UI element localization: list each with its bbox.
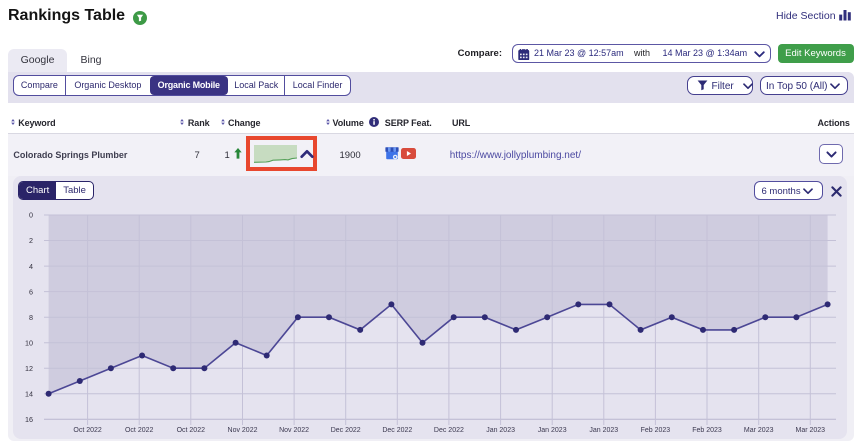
svg-text:12: 12 bbox=[25, 364, 33, 373]
svg-text:Dec 2022: Dec 2022 bbox=[382, 427, 412, 434]
svg-text:Jan 2023: Jan 2023 bbox=[486, 427, 515, 434]
svg-text:Feb 2023: Feb 2023 bbox=[641, 427, 671, 434]
svg-text:10: 10 bbox=[25, 338, 33, 347]
svg-text:Nov 2022: Nov 2022 bbox=[228, 427, 258, 434]
svg-text:6: 6 bbox=[29, 287, 33, 296]
svg-text:16: 16 bbox=[25, 415, 33, 424]
svg-text:2: 2 bbox=[29, 236, 33, 245]
svg-text:14: 14 bbox=[25, 390, 33, 399]
svg-text:Dec 2022: Dec 2022 bbox=[434, 427, 464, 434]
svg-text:0: 0 bbox=[29, 211, 33, 220]
svg-text:Oct 2022: Oct 2022 bbox=[125, 427, 154, 434]
svg-text:Jan 2023: Jan 2023 bbox=[589, 427, 618, 434]
svg-text:Dec 2022: Dec 2022 bbox=[331, 427, 361, 434]
svg-text:Oct 2022: Oct 2022 bbox=[177, 427, 206, 434]
svg-text:Mar 2023: Mar 2023 bbox=[796, 427, 826, 434]
svg-text:4: 4 bbox=[29, 262, 33, 271]
svg-text:Mar 2023: Mar 2023 bbox=[744, 427, 774, 434]
svg-text:8: 8 bbox=[29, 313, 33, 322]
svg-text:Jan 2023: Jan 2023 bbox=[538, 427, 567, 434]
svg-text:Oct 2022: Oct 2022 bbox=[73, 427, 102, 434]
svg-text:Nov 2022: Nov 2022 bbox=[279, 427, 309, 434]
svg-text:Feb 2023: Feb 2023 bbox=[692, 427, 722, 434]
